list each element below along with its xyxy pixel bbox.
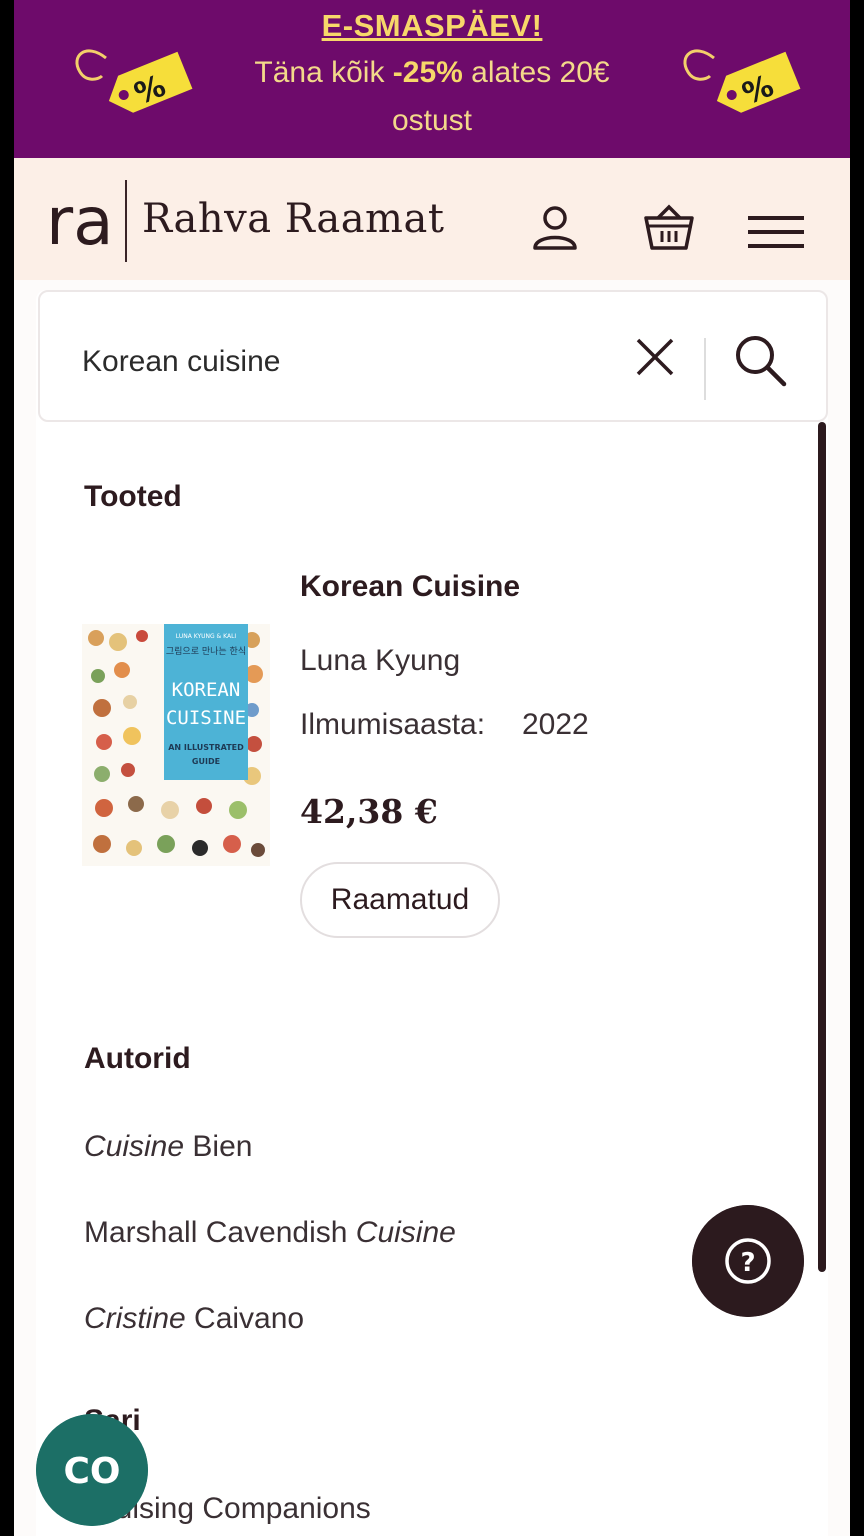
svg-text:LUNA KYUNG & KALI: LUNA KYUNG & KALI (176, 633, 237, 640)
basket-icon[interactable] (642, 202, 696, 252)
products-heading: Tooted (84, 480, 182, 513)
authors-heading: Autorid (84, 1042, 191, 1075)
svg-text:CUISINE: CUISINE (166, 707, 246, 729)
logo-divider (125, 180, 127, 262)
app-frame: % E-SMASPÄEV! Täna kõik -25% alates 20€ … (14, 0, 850, 1536)
promo-banner[interactable]: % E-SMASPÄEV! Täna kõik -25% alates 20€ … (14, 0, 850, 158)
user-icon[interactable] (528, 202, 582, 252)
discount-tag-icon: % (683, 49, 801, 113)
product-title[interactable]: Korean Cuisine (300, 570, 520, 604)
author-link[interactable]: Cristine Caivano (84, 1302, 304, 1336)
category-chip[interactable]: Raamatud (300, 862, 500, 938)
svg-text:그림으로 만나는 한식: 그림으로 만나는 한식 (166, 645, 246, 657)
help-icon: ? (740, 1248, 755, 1278)
product-year-label: Ilmumisaasta: (300, 708, 486, 741)
search-icon[interactable] (732, 332, 788, 388)
results-scrollbar[interactable] (818, 422, 826, 1272)
site-header: ra Rahva Raamat (14, 158, 850, 280)
author-link[interactable]: Cuisine Bien (84, 1130, 252, 1164)
product-author[interactable]: Luna Kyung (300, 644, 460, 678)
search-input[interactable] (82, 342, 582, 382)
svg-text:GUIDE: GUIDE (192, 757, 220, 766)
logo-icon[interactable]: ra (46, 186, 116, 256)
product-price: 42,38 € (300, 792, 438, 831)
svg-text:ra: ra (46, 186, 114, 256)
search-bar (38, 290, 828, 422)
clear-search-icon[interactable] (634, 336, 676, 378)
menu-icon[interactable] (746, 214, 806, 250)
product-cover-image[interactable]: LUNA KYUNG & KALI 그림으로 만나는 한식 KOREAN CUI… (82, 624, 270, 866)
logo-wordmark[interactable]: Rahva Raamat (142, 196, 444, 242)
co-button[interactable]: CO (36, 1414, 148, 1526)
help-button[interactable]: ? (692, 1205, 804, 1317)
search-divider (704, 338, 706, 400)
product-year: 2022 (522, 708, 589, 741)
author-link[interactable]: Marshall Cavendish Cuisine (84, 1216, 456, 1250)
co-icon: CO (63, 1451, 120, 1492)
svg-text:KOREAN: KOREAN (172, 679, 241, 701)
svg-text:AN ILLUSTRATED: AN ILLUSTRATED (168, 743, 244, 752)
